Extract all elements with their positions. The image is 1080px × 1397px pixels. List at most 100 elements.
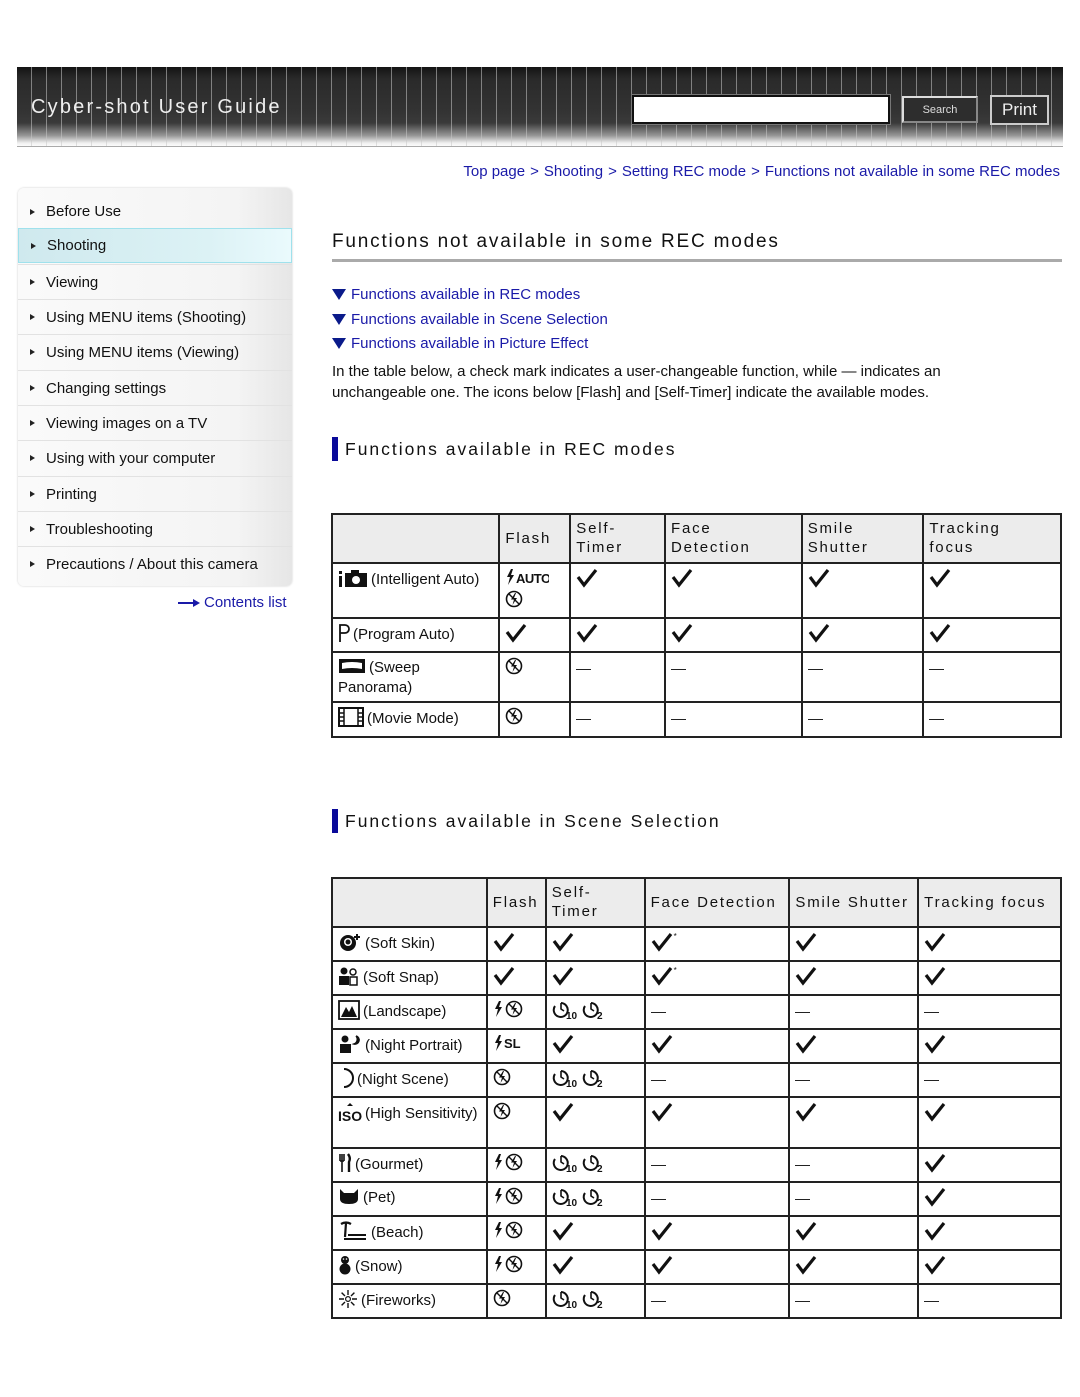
sidebar-item-precautions[interactable]: Precautions / About this camera	[18, 546, 292, 581]
sidebar-item-label: Shooting	[47, 237, 107, 254]
breadcrumb-current-page[interactable]: Functions not available in some REC mode…	[765, 163, 1060, 180]
sidebar-item-troubleshooting[interactable]: Troubleshooting	[18, 511, 292, 546]
check-icon	[808, 568, 830, 592]
asterisk-note: *	[673, 932, 677, 941]
sidebar-item-label: Viewing images on a TV	[46, 414, 208, 432]
triangle-down-icon	[332, 338, 346, 349]
check-icon	[505, 623, 527, 647]
smile-shutter-value	[808, 568, 918, 592]
print-button[interactable]: Print	[990, 95, 1049, 125]
arrow-right-icon	[30, 208, 35, 215]
check-icon	[671, 568, 693, 592]
face-detection-cell	[643, 994, 791, 1030]
tracking-focus-value	[924, 1000, 1055, 1017]
sidebar-item-viewing-tv[interactable]: Viewing images on a TV	[18, 405, 292, 440]
flash-value	[493, 966, 540, 990]
mode-cell: (Fireworks)	[331, 1283, 488, 1319]
svg-text:10: 10	[566, 1011, 578, 1020]
timer-10-icon: 10	[552, 1289, 580, 1313]
flash-cell: AUTO	[498, 562, 572, 619]
dash-mark	[795, 1011, 811, 1013]
flash-off-icon	[505, 1153, 523, 1175]
sidebar-item-menu-shooting[interactable]: Using MENU items (Shooting)	[18, 299, 292, 334]
check-icon	[552, 932, 574, 956]
svg-text:ISO: ISO	[338, 1108, 362, 1122]
face-detection-value	[651, 1255, 784, 1279]
sidebar-item-label: Printing	[46, 485, 97, 503]
smile-shutter-cell	[788, 1249, 920, 1285]
anchor-link-scene-selection[interactable]: Functions available in Scene Selection	[332, 311, 608, 328]
sidebar-item-menu-viewing[interactable]: Using MENU items (Viewing)	[18, 334, 292, 369]
section-bar	[332, 809, 338, 833]
search-button[interactable]: Search	[902, 96, 978, 123]
sidebar-item-shooting[interactable]: Shooting	[18, 228, 292, 263]
anchor-link-label: Functions available in Scene Selection	[351, 311, 608, 328]
smile-shutter-cell	[788, 1283, 920, 1319]
mode-cell: (Sweep Panorama)	[330, 651, 501, 703]
anchor-link-rec-modes[interactable]: Functions available in REC modes	[332, 286, 580, 303]
mode-label: (Program Auto)	[353, 625, 455, 643]
table-row: (Intelligent Auto) AUTO	[330, 562, 1062, 619]
svg-text:2: 2	[597, 1300, 603, 1309]
smile-shutter-value	[795, 1102, 912, 1126]
face-detection-cell: *	[643, 960, 791, 996]
title-divider	[332, 259, 1062, 262]
triangle-down-icon	[332, 314, 346, 325]
face-detection-cell	[643, 1147, 791, 1183]
check-icon	[552, 1102, 574, 1126]
anchor-link-picture-effect[interactable]: Functions available in Picture Effect	[332, 335, 588, 352]
sweep-panorama-icon	[338, 657, 366, 679]
breadcrumb-shooting[interactable]: Shooting	[544, 163, 603, 180]
sidebar-item-computer[interactable]: Using with your computer	[18, 440, 292, 475]
face-detection-cell	[643, 1028, 791, 1064]
contents-list-link[interactable]: Contents list	[178, 594, 287, 611]
self-timer-cell	[544, 1215, 646, 1251]
dash-mark	[924, 1300, 940, 1302]
column-header-text: Smile Shutter	[795, 894, 909, 911]
flash-value	[493, 1187, 540, 1209]
mode-cell: ISO (High Sensitivity)	[331, 1096, 488, 1149]
check-icon	[924, 1034, 946, 1058]
check-icon	[795, 1034, 817, 1058]
search-input[interactable]	[631, 94, 891, 125]
section-heading-rec-modes: Functions available in REC modes	[332, 437, 677, 461]
breadcrumb-setting-rec-mode[interactable]: Setting REC mode	[622, 163, 746, 180]
tracking-focus-value	[929, 707, 1055, 724]
mode-cell: (Soft Skin)	[331, 926, 488, 962]
tracking-focus-cell	[917, 960, 1062, 996]
column-header-text: Face	[671, 520, 712, 537]
timer-2-icon: 2	[582, 1289, 606, 1313]
column-header: Face Detection	[643, 877, 791, 928]
smile-shutter-value	[807, 657, 918, 674]
intelligent-auto-icon	[338, 568, 368, 592]
flash-value	[493, 1289, 540, 1311]
sidebar-item-changing-settings[interactable]: Changing settings	[18, 370, 292, 405]
flash-cell	[485, 926, 547, 962]
breadcrumb-top-page[interactable]: Top page	[463, 163, 525, 180]
mode-label: (Snow)	[355, 1257, 403, 1275]
movie-mode-icon	[338, 707, 364, 731]
flash-off-icon	[505, 1255, 523, 1277]
self-timer-cell: 10 2	[544, 1283, 646, 1319]
asterisk-note: *	[673, 966, 677, 975]
self-timer-value	[552, 1102, 639, 1126]
timer-10-icon: 10	[552, 1068, 580, 1092]
arrow-right-icon	[30, 420, 35, 426]
check-icon	[651, 1255, 673, 1279]
timer-10-icon: 10	[552, 1000, 580, 1024]
dash-mark	[795, 1079, 811, 1081]
smile-shutter-value	[795, 1289, 912, 1306]
sidebar-item-printing[interactable]: Printing	[18, 476, 292, 511]
sidebar-item-before-use[interactable]: Before Use	[18, 194, 292, 229]
face-detection-value	[651, 1102, 784, 1126]
mode-cell: (Night Portrait)	[331, 1028, 488, 1064]
column-header: Flash	[498, 513, 572, 564]
flash-cell: SL	[485, 1028, 547, 1064]
dash-mark	[924, 1011, 940, 1013]
tracking-focus-cell	[922, 617, 1062, 653]
flash-value	[505, 623, 564, 647]
sidebar-item-viewing[interactable]: Viewing	[18, 264, 292, 299]
flash-cell	[485, 994, 547, 1030]
tracking-focus-cell	[917, 1028, 1062, 1064]
flash-on-icon	[493, 1153, 503, 1175]
